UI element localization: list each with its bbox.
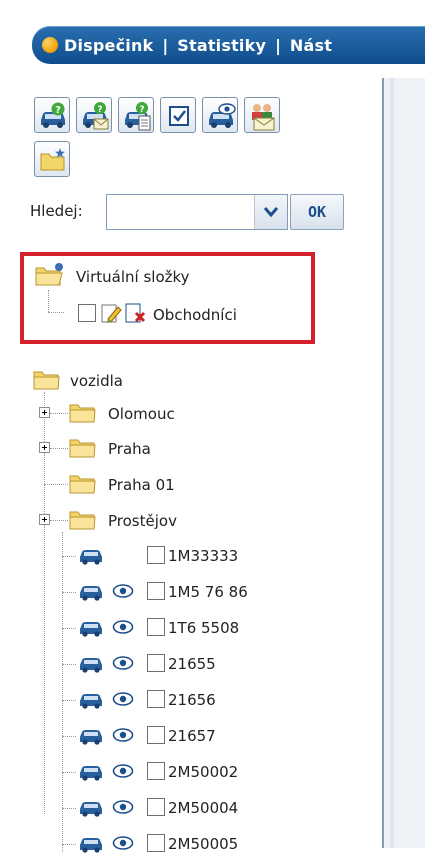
status-dot-icon	[42, 37, 58, 53]
car-question-document-icon: ?	[125, 102, 151, 131]
expand-icon[interactable]	[39, 407, 50, 418]
folder-icon	[69, 511, 96, 530]
virtual-item-label[interactable]: Obchodníci	[153, 306, 237, 324]
vehicle-label[interactable]: 2M50002	[168, 763, 238, 781]
nav-separator: |	[162, 35, 169, 55]
vehicle-label[interactable]: 2M50004	[168, 799, 238, 817]
eye-icon[interactable]	[112, 835, 134, 851]
nav-strip: Dispečink | Statistiky | Nást	[32, 26, 425, 64]
folder-label[interactable]: Praha 01	[108, 476, 175, 494]
tree-guide-line	[44, 392, 45, 814]
vehicle-checkbox[interactable]	[147, 582, 165, 600]
nav-link-nastaveni[interactable]: Nást	[290, 36, 332, 55]
vehicle-checkbox[interactable]	[147, 654, 165, 672]
vehicle-checkbox[interactable]	[147, 546, 165, 564]
car-icon[interactable]	[78, 762, 104, 782]
eye-icon[interactable]	[112, 583, 134, 599]
content-area-edge	[382, 78, 425, 848]
expand-icon[interactable]	[39, 514, 50, 525]
vehicle-checkbox[interactable]	[147, 690, 165, 708]
svg-text:?: ?	[55, 105, 61, 116]
folder-icon	[69, 475, 96, 494]
vehicle-label[interactable]: 2M50005	[168, 835, 238, 853]
car-question-mail-icon: ?	[83, 102, 109, 130]
vehicle-label[interactable]: 1M5 76 86	[168, 583, 248, 601]
virtual-folders-label[interactable]: Virtuální složky	[76, 268, 190, 286]
car-watch-button[interactable]	[202, 97, 238, 133]
nav-separator: |	[275, 35, 281, 55]
eye-icon[interactable]	[112, 655, 134, 671]
vehicle-checkbox[interactable]	[147, 798, 165, 816]
vehicle-checkbox[interactable]	[147, 618, 165, 636]
search-label: Hledej:	[30, 202, 83, 220]
checkbox-icon	[169, 106, 189, 126]
vehicle-checkbox[interactable]	[147, 834, 165, 852]
car-icon[interactable]	[78, 546, 104, 566]
folder-label[interactable]: Prostějov	[108, 512, 177, 530]
vehicle-label[interactable]: 21656	[168, 691, 216, 709]
vehicle-checkbox[interactable]	[147, 726, 165, 744]
car-eye-icon	[209, 103, 236, 128]
highlight-box	[20, 252, 315, 344]
car-icon[interactable]	[78, 582, 104, 602]
eye-icon[interactable]	[112, 799, 134, 815]
car-icon[interactable]	[78, 654, 104, 674]
vehicle-label[interactable]: 1M33333	[168, 547, 238, 565]
folder-icon	[69, 404, 96, 423]
car-query-document-button[interactable]: ?	[118, 97, 154, 133]
eye-icon[interactable]	[112, 763, 134, 779]
search-combobox[interactable]	[106, 194, 288, 230]
nav-link-statistiky[interactable]: Statistiky	[177, 36, 266, 55]
svg-text:?: ?	[97, 105, 102, 115]
top-navigation: Dispečink | Statistiky | Nást	[0, 0, 425, 80]
car-icon[interactable]	[78, 690, 104, 710]
eye-icon[interactable]	[112, 691, 134, 707]
vehicle-label[interactable]: 1T6 5508	[168, 619, 239, 637]
virtual-item-checkbox[interactable]	[78, 304, 96, 322]
people-mail-button[interactable]	[244, 97, 280, 133]
select-all-button[interactable]	[160, 97, 196, 133]
car-icon[interactable]	[78, 618, 104, 638]
car-query-mail-button[interactable]: ?	[76, 97, 112, 133]
svg-text:?: ?	[139, 105, 144, 115]
folder-label[interactable]: Olomouc	[108, 405, 175, 423]
tree-root-label[interactable]: vozidla	[70, 372, 123, 390]
folder-icon	[69, 439, 96, 458]
people-mail-icon	[252, 104, 275, 131]
virtual-folder-icon	[35, 263, 63, 286]
eye-icon[interactable]	[112, 727, 134, 743]
car-question-icon: ?	[41, 102, 65, 128]
root-folder-icon	[33, 371, 60, 390]
edit-icon[interactable]	[100, 302, 122, 324]
delete-document-icon[interactable]	[124, 302, 146, 324]
car-icon[interactable]	[78, 834, 104, 854]
folder-label[interactable]: Praha	[108, 440, 151, 458]
vehicle-label[interactable]: 21655	[168, 655, 216, 673]
nav-link-dispecink[interactable]: Dispečink	[64, 36, 153, 55]
search-dropdown-button[interactable]	[254, 195, 287, 229]
expand-icon[interactable]	[39, 442, 50, 453]
vehicle-label[interactable]: 21657	[168, 727, 216, 745]
car-icon[interactable]	[78, 726, 104, 746]
search-ok-button[interactable]: OK	[290, 194, 344, 230]
car-icon[interactable]	[78, 798, 104, 818]
new-folder-icon	[40, 148, 65, 171]
search-input[interactable]	[107, 195, 255, 229]
car-query-button[interactable]: ?	[34, 97, 70, 133]
vehicle-checkbox[interactable]	[147, 762, 165, 780]
eye-icon[interactable]	[112, 619, 134, 635]
chevron-down-icon	[264, 207, 278, 218]
new-folder-button[interactable]	[34, 141, 70, 177]
